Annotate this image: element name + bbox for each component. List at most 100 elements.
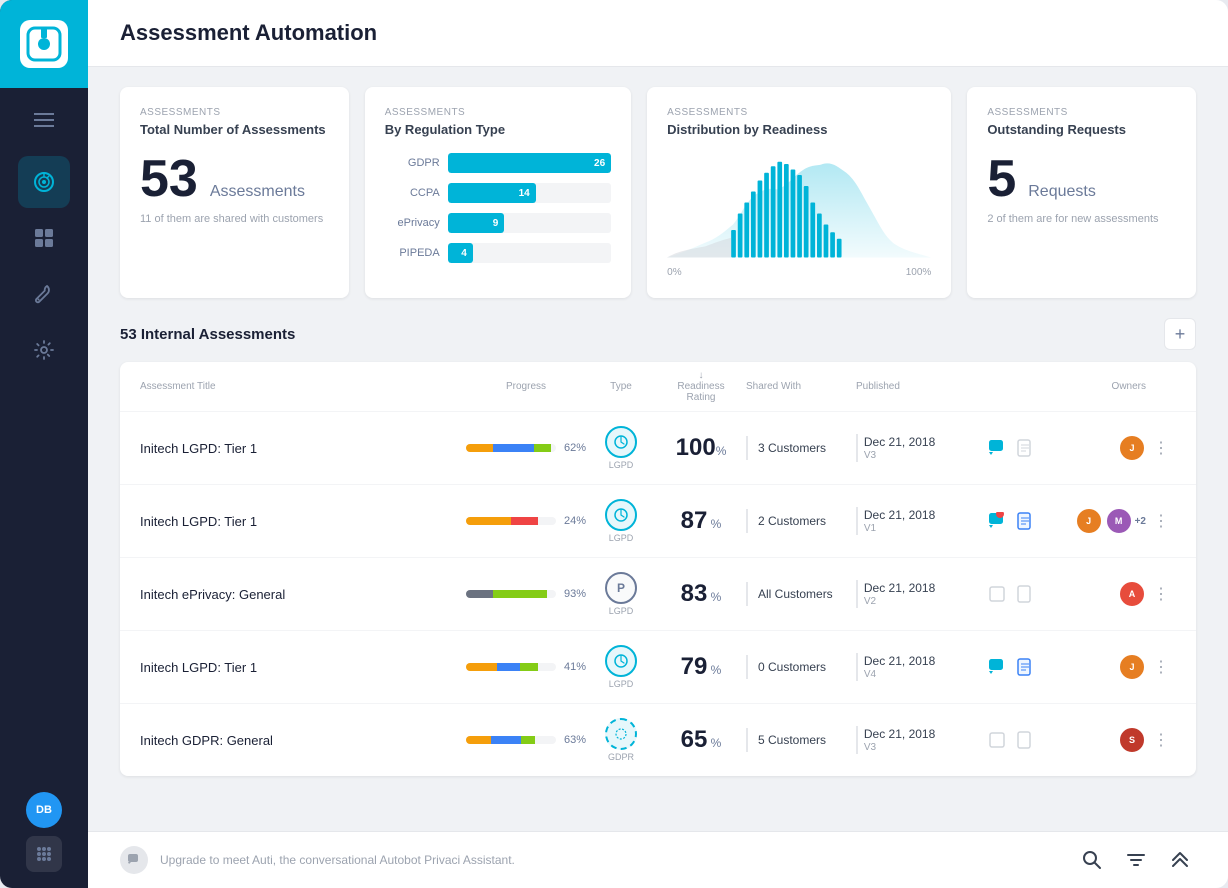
bar-track: 26 xyxy=(448,153,611,173)
table-row: Initech GDPR: General 63% xyxy=(120,704,1196,776)
col-header-progress: Progress xyxy=(466,381,586,392)
row-title-3: Initech ePrivacy: General xyxy=(140,587,466,602)
published-info-1: Dec 21, 2018 V3 xyxy=(864,435,986,461)
pub-version-3: V2 xyxy=(864,596,986,607)
distribution-section-label: Assessments xyxy=(667,107,931,118)
progress-bar-1 xyxy=(466,444,556,452)
bar-fill: 26 xyxy=(448,153,611,173)
sidebar-item-settings[interactable] xyxy=(18,324,70,376)
published-info-2: Dec 21, 2018 V1 xyxy=(864,508,986,534)
user-avatar[interactable]: DB xyxy=(26,792,62,828)
shared-count-5: 5 Customers xyxy=(758,733,826,747)
progress-container-2: 24% xyxy=(466,515,586,527)
chat-icon-2[interactable] xyxy=(986,510,1008,532)
menu-toggle[interactable] xyxy=(0,96,88,144)
doc-blue-icon-4[interactable] xyxy=(1014,656,1036,678)
page-header: Assessment Automation xyxy=(88,0,1228,67)
pub-version-2: V1 xyxy=(864,523,986,534)
sidebar-item-tools[interactable] xyxy=(18,268,70,320)
owner-avatar-3: A xyxy=(1118,580,1146,608)
outstanding-number-row: 5 Requests xyxy=(987,153,1176,205)
bar-row-eprivacy: ePrivacy 9 xyxy=(385,213,611,233)
pub-divider-1 xyxy=(856,434,858,462)
doc-icon-5[interactable] xyxy=(1014,729,1036,751)
bottom-message: Upgrade to meet Auti, the conversational… xyxy=(160,853,1064,867)
chat-icon-4[interactable] xyxy=(986,656,1008,678)
progress-container-3: 93% xyxy=(466,588,586,600)
bar-fill: 4 xyxy=(448,243,473,263)
readiness-val-2: 87 % xyxy=(656,507,746,535)
pub-divider-4 xyxy=(856,653,858,681)
bar-label: CCPA xyxy=(385,187,440,199)
shared-divider-1 xyxy=(746,436,748,460)
progress-bar-5 xyxy=(466,736,556,744)
shared-count-4: 0 Customers xyxy=(758,660,826,674)
col-header-owners: Owners xyxy=(1046,381,1146,392)
bar-row-pipeda: PIPEDA 4 xyxy=(385,243,611,263)
chat-bubble-icon xyxy=(120,846,148,874)
expand-bottom-icon[interactable] xyxy=(1164,844,1196,876)
bar-label: PIPEDA xyxy=(385,247,440,259)
more-btn-4[interactable]: ⋮ xyxy=(1146,657,1176,677)
doc-icon-1[interactable] xyxy=(1014,437,1036,459)
readiness-num-4: 79 xyxy=(681,653,708,680)
actions-col-1 xyxy=(986,437,1046,459)
check-icon-5[interactable] xyxy=(986,729,1008,751)
shared-count-3: All Customers xyxy=(758,587,833,601)
page-title: Assessment Automation xyxy=(120,20,1196,46)
app-logo xyxy=(0,0,88,88)
col-header-readiness[interactable]: ↓ Readiness Rating xyxy=(656,370,746,403)
progress-pct-5: 63% xyxy=(564,734,586,746)
readiness-num-1: 100 xyxy=(676,434,716,461)
progress-container-5: 63% xyxy=(466,734,586,746)
shared-with-2: 2 Customers xyxy=(746,509,856,533)
more-btn-3[interactable]: ⋮ xyxy=(1146,584,1176,604)
sidebar-item-dashboard[interactable] xyxy=(18,212,70,264)
col-header-type: Type xyxy=(586,381,656,392)
regulation-bar-chart: GDPR 26 CCPA 14 ePrivacy 9 PIPEDA xyxy=(385,153,611,263)
owner-avatar-2a: J xyxy=(1075,507,1103,535)
shared-with-1: 3 Customers xyxy=(746,436,856,460)
bar-value: 26 xyxy=(594,158,605,169)
bar-label: ePrivacy xyxy=(385,217,440,229)
total-assessments-section-label: Assessments xyxy=(140,107,329,118)
chat-icon-1[interactable] xyxy=(986,437,1008,459)
stats-row: Assessments Total Number of Assessments … xyxy=(88,67,1228,318)
actions-col-2 xyxy=(986,510,1046,532)
bar-label: GDPR xyxy=(385,157,440,169)
readiness-num-3: 83 xyxy=(681,580,708,607)
apps-icon[interactable] xyxy=(26,836,62,872)
readiness-val-3: 83 % xyxy=(656,580,746,608)
more-btn-2[interactable]: ⋮ xyxy=(1146,511,1176,531)
sidebar-item-radar[interactable] xyxy=(18,156,70,208)
table-row: Initech LGPD: Tier 1 41% LGPD xyxy=(120,631,1196,704)
progress-pct-1: 62% xyxy=(564,442,586,454)
check-icon-3[interactable] xyxy=(986,583,1008,605)
pub-date-4: Dec 21, 2018 xyxy=(864,654,986,668)
by-regulation-section-label: Assessments xyxy=(385,107,611,118)
doc-icon-blue-2[interactable] xyxy=(1014,510,1036,532)
search-bottom-icon[interactable] xyxy=(1076,844,1108,876)
type-label-2: LGPD xyxy=(609,533,634,543)
more-btn-5[interactable]: ⋮ xyxy=(1146,730,1176,750)
eprivacy-icon-3: P xyxy=(605,572,637,604)
radar-icon xyxy=(32,170,56,194)
readiness-pct-3: % xyxy=(707,590,721,604)
pub-date-5: Dec 21, 2018 xyxy=(864,727,986,741)
published-col-1: Dec 21, 2018 V3 xyxy=(856,434,986,462)
shared-with-4: 0 Customers xyxy=(746,655,856,679)
owners-col-2: J M +2 xyxy=(1046,507,1146,535)
type-badge-5: GDPR xyxy=(586,718,656,762)
add-button[interactable]: + xyxy=(1164,318,1196,350)
actions-col-3 xyxy=(986,583,1046,605)
type-badge-1: LGPD xyxy=(586,426,656,470)
owners-col-5: S xyxy=(1046,726,1146,754)
shared-with-3: All Customers xyxy=(746,582,856,606)
col-header-shared: Shared With xyxy=(746,381,856,392)
row-title-5: Initech GDPR: General xyxy=(140,733,466,748)
more-btn-1[interactable]: ⋮ xyxy=(1146,438,1176,458)
filter-bottom-icon[interactable] xyxy=(1120,844,1152,876)
bar-track: 9 xyxy=(448,213,611,233)
doc-icon-3[interactable] xyxy=(1014,583,1036,605)
progress-container-4: 41% xyxy=(466,661,586,673)
